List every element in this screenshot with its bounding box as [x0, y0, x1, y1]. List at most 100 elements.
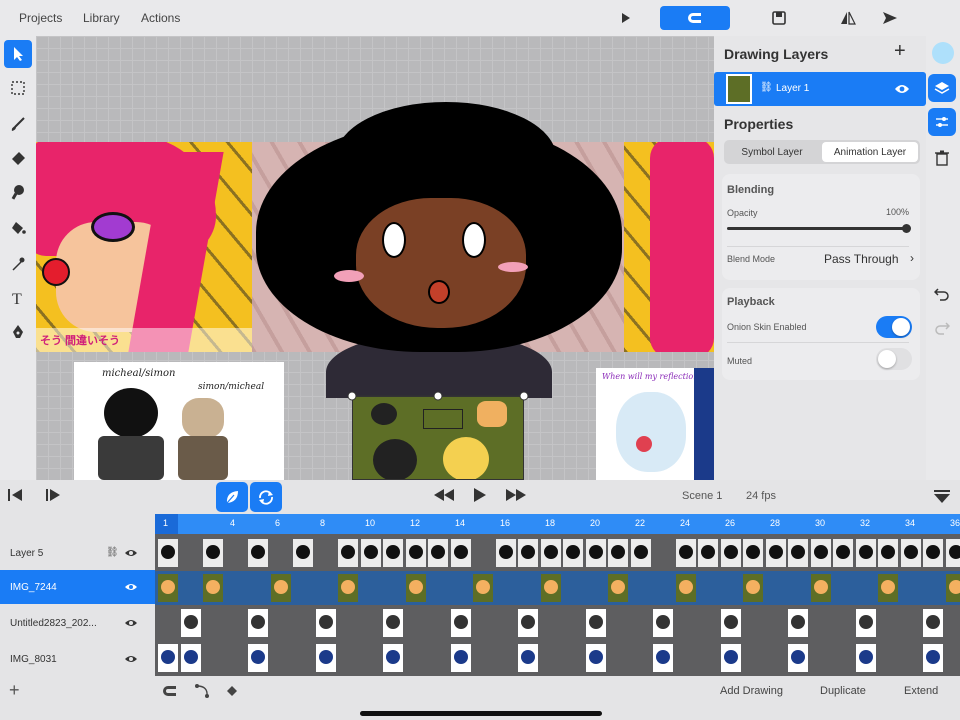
frame-cell[interactable] — [383, 539, 403, 567]
frame-cell[interactable] — [293, 539, 313, 567]
add-layer-button[interactable]: + — [894, 40, 906, 63]
track-img-7244[interactable] — [155, 571, 960, 605]
frame-cell[interactable] — [788, 644, 808, 672]
frame-cell[interactable] — [878, 574, 898, 602]
onion-skin-toggle[interactable] — [876, 316, 912, 338]
track-layer-5[interactable] — [155, 536, 960, 570]
frame-cell[interactable] — [315, 644, 336, 672]
frame-cell[interactable] — [450, 539, 471, 567]
frame-cell[interactable] — [855, 539, 876, 567]
send-icon[interactable] — [880, 6, 900, 30]
frame-cell[interactable] — [473, 574, 493, 602]
timeline-layer-row[interactable]: IMG_8031 — [0, 642, 155, 676]
frame-cell[interactable] — [675, 574, 696, 602]
frame-cell[interactable] — [743, 539, 763, 567]
frame-cell[interactable] — [383, 644, 403, 672]
play-preview-icon[interactable] — [618, 6, 634, 30]
frame-cell[interactable] — [923, 644, 943, 672]
frame-cell[interactable] — [878, 539, 898, 567]
frame-cell[interactable] — [585, 609, 606, 637]
frame-cell[interactable] — [180, 609, 201, 637]
fast-forward-icon[interactable] — [504, 489, 526, 501]
timeline-layer-row[interactable]: Untitled2823_202... — [0, 606, 155, 640]
frame-cell[interactable] — [945, 574, 960, 602]
frame-cell[interactable] — [585, 539, 606, 567]
layer-row-selected[interactable]: ⛓ Layer 1 — [714, 72, 926, 106]
frame-cell[interactable] — [450, 609, 471, 637]
frame-cell[interactable] — [428, 539, 448, 567]
magnet-snap-button[interactable] — [660, 6, 730, 30]
scene-label[interactable]: Scene 1 — [682, 490, 722, 502]
timeline-layer-row-selected[interactable]: IMG_7244 — [0, 570, 155, 604]
frame-cell[interactable] — [338, 539, 358, 567]
layers-icon[interactable] — [928, 74, 956, 102]
blend-mode-value[interactable]: Pass Through — [824, 252, 899, 266]
opacity-slider[interactable] — [727, 227, 909, 230]
visibility-eye-icon[interactable] — [124, 582, 138, 592]
frame-cell[interactable] — [720, 609, 741, 637]
frame-cell[interactable] — [765, 539, 786, 567]
track-untitled[interactable] — [155, 606, 960, 640]
next-frame-icon[interactable] — [42, 488, 62, 502]
symbol-layer-tab[interactable]: Symbol Layer — [726, 142, 818, 162]
extend-button[interactable]: Extend — [904, 685, 938, 697]
frame-cell[interactable] — [855, 609, 876, 637]
eye-icon[interactable] — [894, 83, 910, 95]
loop-button[interactable] — [250, 482, 282, 512]
frame-cell[interactable] — [360, 539, 381, 567]
frame-cell[interactable] — [495, 539, 516, 567]
keyframe-icon[interactable] — [226, 685, 238, 697]
frame-cell[interactable] — [383, 609, 403, 637]
frame-cell[interactable] — [698, 539, 718, 567]
frame-cell[interactable] — [518, 609, 538, 637]
frame-cell[interactable] — [180, 644, 201, 672]
rewind-icon[interactable] — [434, 489, 456, 501]
frame-cell[interactable] — [923, 609, 943, 637]
add-layer-timeline-button[interactable]: + — [9, 680, 20, 701]
track-img-8031[interactable] — [155, 641, 960, 675]
visibility-eye-icon[interactable] — [124, 618, 138, 628]
animation-layer-tab[interactable]: Animation Layer — [822, 142, 918, 162]
frame-cell[interactable] — [833, 539, 853, 567]
play-icon[interactable] — [472, 488, 488, 502]
frame-cell[interactable] — [540, 574, 561, 602]
frame-cell[interactable] — [743, 574, 763, 602]
adjustments-icon[interactable] — [928, 108, 956, 136]
frame-cell[interactable] — [788, 609, 808, 637]
smudge-tool-icon[interactable] — [4, 178, 32, 206]
frame-cell[interactable] — [518, 644, 538, 672]
save-icon[interactable] — [770, 6, 788, 30]
timeline-layer-row[interactable]: Layer 5 ⛓ — [0, 536, 155, 570]
text-tool-icon[interactable]: T — [4, 284, 32, 312]
frame-cell[interactable] — [945, 539, 960, 567]
frame-cell[interactable] — [900, 539, 921, 567]
collapse-timeline-icon[interactable] — [934, 490, 950, 504]
frame-cell[interactable] — [405, 539, 426, 567]
onion-skin-button[interactable] — [216, 482, 248, 512]
redo-icon[interactable] — [928, 314, 956, 342]
frame-cell[interactable] — [675, 539, 696, 567]
color-swatch[interactable] — [932, 42, 954, 64]
frame-cell[interactable] — [248, 609, 268, 637]
frame-cell[interactable] — [563, 539, 583, 567]
library-menu[interactable]: Library — [83, 11, 120, 25]
trash-icon[interactable] — [928, 144, 956, 172]
timeline-frames[interactable]: 1 4 6 8 10 12 14 16 18 20 22 24 26 28 30 32 34 36 — [155, 514, 960, 676]
frame-cell[interactable] — [518, 539, 538, 567]
frame-cell[interactable] — [248, 539, 268, 567]
frame-cell[interactable] — [608, 539, 628, 567]
eyedropper-tool-icon[interactable] — [4, 250, 32, 278]
pen-tool-icon[interactable] — [4, 318, 32, 346]
frame-cell[interactable] — [540, 539, 561, 567]
frame-cell[interactable] — [450, 644, 471, 672]
eraser-tool-icon[interactable] — [4, 144, 32, 172]
frame-ruler[interactable]: 1 4 6 8 10 12 14 16 18 20 22 24 26 28 30 32 34 36 — [155, 514, 960, 534]
motion-path-icon[interactable] — [194, 683, 210, 699]
drawing-canvas[interactable]: そう 間違いそう micheal/simon simon/micheal Whe… — [36, 36, 714, 480]
duplicate-button[interactable]: Duplicate — [820, 685, 866, 697]
select-tool-icon[interactable] — [4, 40, 32, 68]
frame-cell[interactable] — [788, 539, 808, 567]
frame-cell[interactable] — [338, 574, 358, 602]
frame-cell[interactable] — [653, 609, 673, 637]
frame-cell[interactable] — [855, 644, 876, 672]
